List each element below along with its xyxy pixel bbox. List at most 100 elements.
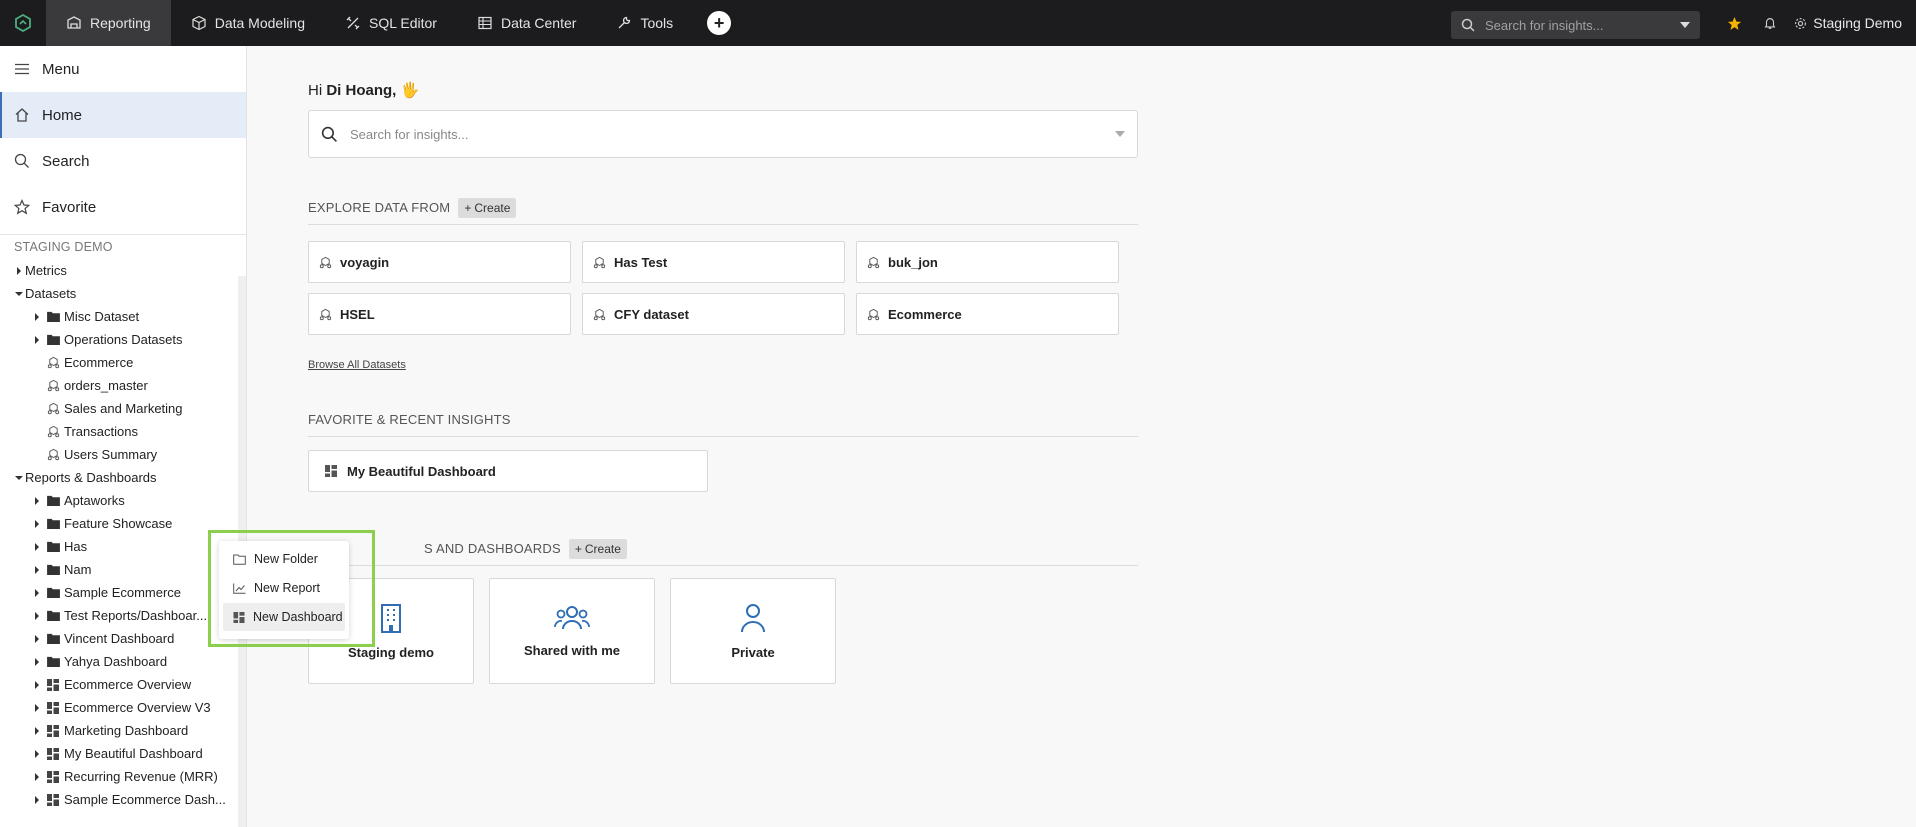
add-new-button[interactable]: + (707, 11, 732, 35)
tree-item-label: Marketing Dashboard (64, 723, 189, 738)
tree-item-label: Ecommerce Overview (64, 677, 192, 692)
nav-sql-editor[interactable]: SQL Editor (325, 0, 457, 46)
dataset-card[interactable]: Ecommerce (856, 293, 1119, 335)
chart-icon (233, 583, 246, 594)
nav-reporting[interactable]: Reporting (46, 0, 171, 46)
tree-item[interactable]: Sample Ecommerce Dash... (0, 788, 238, 811)
caret-right-icon[interactable] (31, 588, 43, 597)
star-outline-icon (14, 199, 30, 215)
tree-item-label: Misc Dataset (64, 309, 140, 324)
tree-item[interactable]: Feature Showcase (0, 512, 238, 535)
sidebar-divider (0, 234, 246, 235)
tree-item[interactable]: Transactions (0, 420, 238, 443)
tree-item[interactable]: Ecommerce Overview (0, 673, 238, 696)
nav-data-modeling[interactable]: Data Modeling (171, 0, 325, 46)
folder-card-private[interactable]: Private (670, 578, 836, 684)
caret-right-icon[interactable] (31, 611, 43, 620)
sidebar-item-favorite[interactable]: Favorite (0, 184, 246, 230)
chevron-down-icon[interactable] (1680, 22, 1690, 28)
tree-item[interactable]: Users Summary (0, 443, 238, 466)
tree-item[interactable]: My Beautiful Dashboard (0, 742, 238, 765)
tree-item[interactable]: Sample Ecommerce (0, 581, 238, 604)
caret-right-icon[interactable] (31, 565, 43, 574)
caret-down-icon[interactable] (13, 291, 25, 296)
sidebar-item-search[interactable]: Search (0, 138, 246, 184)
hamburger-icon (15, 63, 29, 75)
create-dataset-button[interactable]: + Create (458, 197, 517, 218)
folder-card-shared-with-me[interactable]: Shared with me (489, 578, 655, 684)
dataset-card-label: Ecommerce (888, 306, 962, 322)
caret-right-icon[interactable] (31, 772, 43, 781)
tree-item[interactable]: Test Reports/Dashboar... (0, 604, 238, 627)
workspace-switcher[interactable]: Staging Demo (1788, 15, 1916, 31)
caret-right-icon[interactable] (31, 703, 43, 712)
tree-item[interactable]: orders_master (0, 374, 238, 397)
caret-right-icon[interactable] (31, 496, 43, 505)
tree-item[interactable]: Nam (0, 558, 238, 581)
favorites-star-icon[interactable] (1716, 0, 1752, 46)
favorite-insight-card[interactable]: My Beautiful Dashboard (308, 450, 708, 492)
tree-item[interactable]: Metrics (0, 259, 238, 282)
insights-search-input[interactable] (350, 126, 1103, 142)
tree-item-label: Aptaworks (64, 493, 125, 508)
nav-tools[interactable]: Tools (596, 0, 693, 46)
tree-item[interactable]: Marketing Dashboard (0, 719, 238, 742)
menu-item-new-folder[interactable]: New Folder (223, 545, 345, 573)
folder-label: Shared with me (523, 642, 621, 658)
insights-search-box[interactable] (308, 110, 1138, 158)
nav-data-center[interactable]: Data Center (457, 0, 596, 46)
caret-right-icon[interactable] (31, 542, 43, 551)
menu-item-new-dashboard[interactable]: New Dashboard (223, 603, 345, 631)
tree-item[interactable]: Ecommerce Overview V3 (0, 696, 238, 719)
tree-item-label: Transactions (64, 424, 138, 439)
tree-item[interactable]: Operations Datasets (0, 328, 238, 351)
top-search-input[interactable] (1485, 17, 1670, 33)
dataset-card[interactable]: Has Test (582, 241, 845, 283)
app-logo-icon[interactable] (0, 0, 46, 46)
sidebar-item-home[interactable]: Home (0, 92, 246, 138)
nav-data-modeling-label: Data Modeling (214, 15, 305, 31)
caret-right-icon[interactable] (31, 634, 43, 643)
tree-item[interactable]: Sales and Marketing (0, 397, 238, 420)
caret-down-icon[interactable] (13, 475, 25, 480)
folder-icon (46, 517, 60, 531)
tree-item[interactable]: Yahya Dashboard (0, 650, 238, 673)
menu-item-new-report[interactable]: New Report (223, 574, 345, 602)
dataset-card-label: HSEL (340, 306, 375, 322)
tree-item-label: Yahya Dashboard (64, 654, 168, 669)
tree-item[interactable]: Aptaworks (0, 489, 238, 512)
top-navigation-bar: Reporting Data Modeling SQL Editor Data … (0, 0, 1916, 46)
top-search-box[interactable] (1451, 11, 1700, 39)
create-report-button[interactable]: + Create (568, 538, 627, 559)
caret-right-icon[interactable] (31, 749, 43, 758)
tree-item[interactable]: Recurring Revenue (MRR) (0, 765, 238, 788)
caret-right-icon[interactable] (31, 519, 43, 528)
tree-item-label: Reports & Dashboards (25, 470, 157, 485)
chevron-down-icon[interactable] (1115, 131, 1125, 137)
tree-item[interactable]: Has (0, 535, 238, 558)
folder-icon (46, 609, 60, 623)
sidebar-menu-toggle[interactable]: Menu (0, 46, 246, 92)
caret-right-icon[interactable] (31, 312, 43, 321)
dataset-card[interactable]: CFY dataset (582, 293, 845, 335)
greeting: Hi Di Hoang, 🖐 (308, 81, 419, 99)
caret-right-icon[interactable] (31, 335, 43, 344)
nav-tools-label: Tools (640, 15, 674, 31)
tree-item[interactable]: Misc Dataset (0, 305, 238, 328)
notification-bell-icon[interactable] (1752, 0, 1788, 46)
tree-item[interactable]: Ecommerce (0, 351, 238, 374)
dataset-card[interactable]: buk_jon (856, 241, 1119, 283)
tree-item[interactable]: Vincent Dashboard (0, 627, 238, 650)
dataset-card[interactable]: HSEL (308, 293, 571, 335)
tree-item[interactable]: Datasets (0, 282, 238, 305)
dataset-icon (593, 256, 606, 268)
browse-all-datasets-link[interactable]: Browse All Datasets (308, 359, 406, 371)
caret-right-icon[interactable] (31, 657, 43, 666)
caret-right-icon[interactable] (31, 680, 43, 689)
caret-right-icon[interactable] (31, 795, 43, 804)
sidebar-menu-label: Menu (42, 60, 80, 78)
tree-item[interactable]: Reports & Dashboards (0, 466, 238, 489)
caret-right-icon[interactable] (31, 726, 43, 735)
dataset-card[interactable]: voyagin (308, 241, 571, 283)
caret-right-icon[interactable] (13, 266, 25, 275)
